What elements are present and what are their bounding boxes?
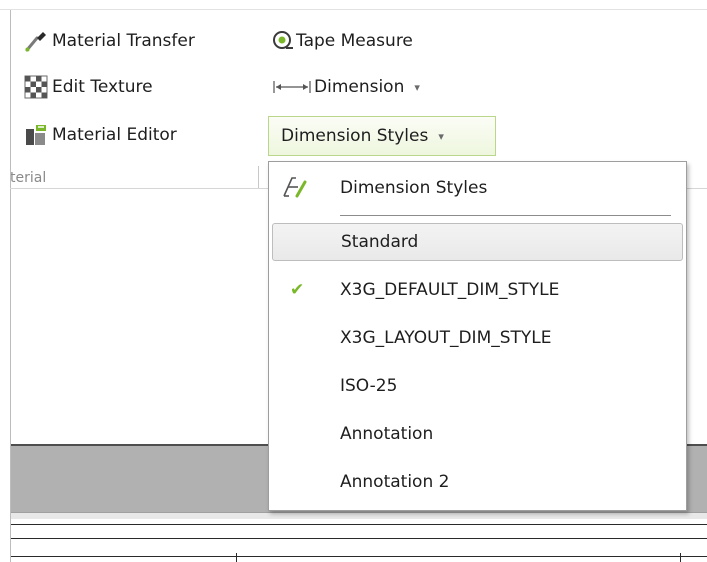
dim-style-label: Annotation xyxy=(340,424,434,444)
dim-style-label: X3G_DEFAULT_DIM_STYLE xyxy=(340,280,560,300)
dim-style-annotation[interactable]: Annotation xyxy=(272,415,683,453)
dropdown-header-underline xyxy=(340,215,671,216)
eyedropper-icon xyxy=(24,29,48,53)
checkmark-icon: ✔ xyxy=(290,280,305,300)
material-editor-icon xyxy=(24,123,48,147)
dimension-styles-button[interactable]: Dimension Styles ▾ xyxy=(268,116,496,156)
ruler-tick xyxy=(236,553,237,562)
dimension-button[interactable]: Dimension ▾ xyxy=(272,72,420,102)
ruler-line-c xyxy=(11,556,707,557)
dimension-icon xyxy=(272,75,312,99)
ruler-line-a xyxy=(11,524,707,525)
edit-texture-button[interactable]: Edit Texture xyxy=(24,72,153,102)
dimension-styles-dropdown: Dimension Styles Standard ✔ X3G_DEFAULT_… xyxy=(268,161,687,511)
dim-style-standard[interactable]: Standard xyxy=(272,223,683,261)
dimension-styles-button-label: Dimension Styles xyxy=(281,126,429,146)
ribbon: Material Transfer Edit Texture Material … xyxy=(0,0,707,188)
material-editor-label: Material Editor xyxy=(52,125,177,145)
dim-style-label: Standard xyxy=(341,232,419,252)
material-editor-button[interactable]: Material Editor xyxy=(24,120,177,150)
chevron-down-icon: ▾ xyxy=(438,129,444,143)
tape-measure-label: Tape Measure xyxy=(296,31,413,51)
edit-texture-label: Edit Texture xyxy=(52,77,153,97)
dimension-style-icon xyxy=(281,174,307,200)
dim-style-iso-25[interactable]: ISO-25 xyxy=(272,367,683,405)
ribbon-group-separator xyxy=(258,166,259,188)
material-transfer-button[interactable]: Material Transfer xyxy=(24,26,195,56)
ruler-strip xyxy=(11,512,707,519)
ruler-line-b xyxy=(11,538,707,539)
ribbon-group-label: terial xyxy=(10,170,47,186)
ribbon-top-line xyxy=(0,9,707,10)
dim-style-label: X3G_LAYOUT_DIM_STYLE xyxy=(340,328,552,348)
checker-texture-icon xyxy=(24,75,48,99)
dropdown-title: Dimension Styles xyxy=(340,178,488,198)
dim-style-x3g-layout[interactable]: X3G_LAYOUT_DIM_STYLE xyxy=(272,319,683,357)
tape-measure-button[interactable]: Tape Measure xyxy=(272,26,413,56)
dim-style-annotation-2[interactable]: Annotation 2 xyxy=(272,463,683,501)
dim-style-x3g-default[interactable]: ✔ X3G_DEFAULT_DIM_STYLE xyxy=(272,271,683,309)
dimension-label: Dimension xyxy=(314,77,405,97)
tape-measure-icon xyxy=(272,29,294,53)
dim-style-label: Annotation 2 xyxy=(340,472,450,492)
ruler-tick xyxy=(680,553,681,562)
material-transfer-label: Material Transfer xyxy=(52,31,195,51)
dropdown-header: Dimension Styles xyxy=(269,162,686,216)
dimension-dropdown-caret[interactable]: ▾ xyxy=(414,81,420,94)
dim-style-label: ISO-25 xyxy=(340,376,398,396)
